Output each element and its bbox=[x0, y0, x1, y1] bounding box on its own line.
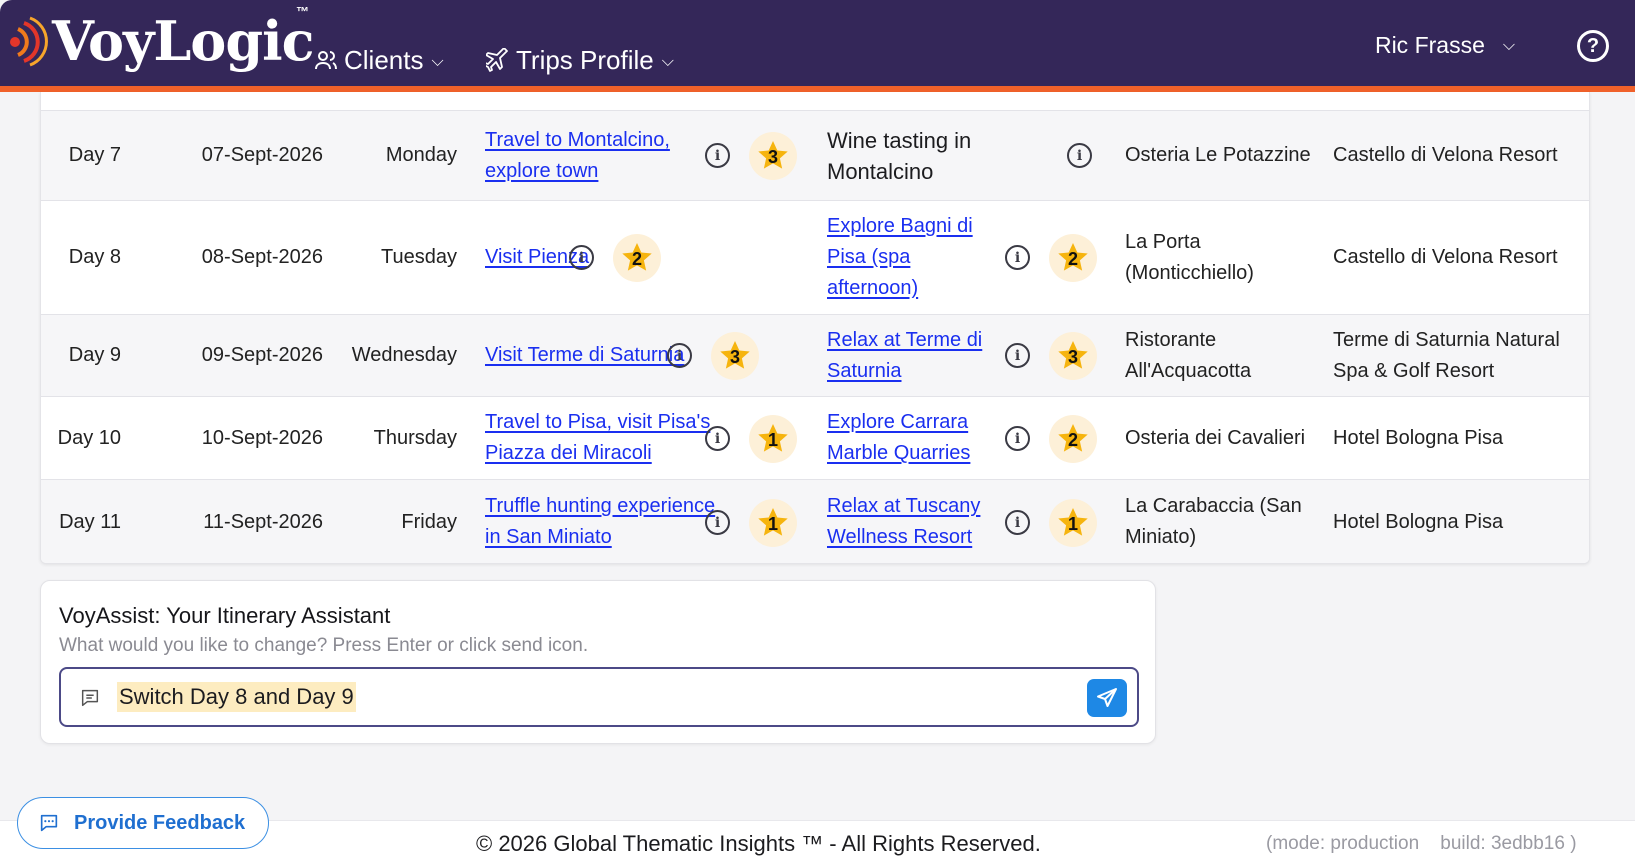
rating-value: 2 bbox=[1067, 249, 1078, 269]
activity-link[interactable]: Truffle hunting experience in San Miniat… bbox=[485, 491, 735, 553]
weekday-cell: Thursday bbox=[373, 426, 457, 449]
weekday-cell: Monday bbox=[385, 144, 457, 166]
help-icon: ? bbox=[1586, 34, 1600, 57]
info-icon[interactable]: i bbox=[1005, 426, 1030, 451]
table-row: Day 8 08-Sept-2026 Tuesday Visit Pienza … bbox=[41, 200, 1589, 314]
activity-link[interactable]: Explore Carrara Marble Quarries bbox=[827, 407, 1005, 469]
activity-link[interactable]: Relax at Terme di Saturnia bbox=[827, 325, 1005, 387]
activity-link[interactable]: Travel to Montalcino, explore town bbox=[485, 125, 735, 187]
hotel-cell: Terme di Saturnia Natural Spa & Golf Res… bbox=[1333, 328, 1560, 382]
logo-swirl-icon bbox=[10, 16, 48, 67]
hotel-cell: Hotel Bologna Pisa bbox=[1333, 510, 1504, 533]
info-icon[interactable]: i bbox=[705, 510, 730, 535]
copyright-text: © 2026 Global Thematic Insights ™ - All … bbox=[476, 831, 1041, 856]
activity-link[interactable]: Relax at Tuscany Wellness Resort bbox=[827, 491, 1005, 553]
info-icon[interactable]: i bbox=[1005, 343, 1030, 368]
star-rating-badge: 2 bbox=[1049, 415, 1097, 463]
restaurant-cell: La Porta (Monticchiello) bbox=[1125, 230, 1254, 284]
chevron-down-icon: ⌵ bbox=[661, 52, 674, 70]
weekday-cell: Friday bbox=[401, 510, 457, 533]
chevron-down-icon: ⌵ bbox=[431, 52, 444, 70]
nav-clients[interactable]: Clients ⌵ bbox=[314, 40, 444, 80]
chevron-down-icon: ⌵ bbox=[1502, 36, 1515, 54]
top-navigation-bar: VoyLogic ™ Clients ⌵ Trips Profile ⌵ Ric… bbox=[0, 0, 1635, 92]
info-icon[interactable]: i bbox=[1005, 510, 1030, 535]
restaurant-cell: Osteria dei Cavalieri bbox=[1125, 426, 1306, 449]
nav-trips-profile[interactable]: Trips Profile ⌵ bbox=[486, 40, 674, 80]
day-cell: Day 10 bbox=[57, 426, 121, 449]
date-cell: 10-Sept-2026 bbox=[201, 426, 323, 449]
weekday-cell: Wednesday bbox=[351, 344, 457, 366]
weekday-cell: Tuesday bbox=[381, 246, 457, 268]
send-icon bbox=[1097, 688, 1117, 707]
feedback-chat-icon bbox=[40, 814, 58, 832]
hotel-cell: Hotel Bologna Pisa bbox=[1333, 426, 1504, 449]
table-row: Day 7 07-Sept-2026 Monday Travel to Mont… bbox=[41, 110, 1589, 200]
hotel-cell: Castello di Velona Resort bbox=[1333, 144, 1558, 166]
rating-value: 1 bbox=[767, 430, 778, 450]
activity-link[interactable]: Explore Bagni di Pisa (spa afternoon) bbox=[827, 211, 1005, 304]
restaurant-cell: La Carabaccia (San Miniato) bbox=[1125, 495, 1302, 548]
assistant-instructions: What would you like to change? Press Ent… bbox=[59, 635, 589, 656]
star-rating-badge: 1 bbox=[749, 499, 797, 547]
provide-feedback-button[interactable]: Provide Feedback bbox=[17, 797, 269, 849]
date-cell: 08-Sept-2026 bbox=[201, 246, 323, 268]
nav-trips-profile-label: Trips Profile bbox=[516, 44, 654, 75]
date-cell: 11-Sept-2026 bbox=[203, 510, 323, 533]
assistant-title: VoyAssist: Your Itinerary Assistant bbox=[59, 603, 391, 628]
airplane-icon bbox=[486, 48, 508, 72]
voylogic-logo[interactable]: VoyLogic bbox=[6, 6, 314, 76]
info-icon[interactable]: i bbox=[667, 343, 692, 368]
users-icon bbox=[315, 51, 337, 70]
date-cell: 07-Sept-2026 bbox=[201, 144, 323, 166]
activity-link[interactable]: Visit Terme di Saturnia bbox=[485, 340, 684, 371]
restaurant-cell: Ristorante All'Acquacotta bbox=[1125, 328, 1252, 382]
table-row: Day 11 11-Sept-2026 Friday Truffle hunti… bbox=[41, 479, 1589, 563]
user-name: Ric Frasse bbox=[1374, 32, 1485, 58]
rating-value: 2 bbox=[1067, 430, 1078, 450]
build-info: (mode: production build: 3edbb16 ) bbox=[1266, 833, 1577, 854]
day-cell: Day 7 bbox=[68, 144, 121, 166]
table-row: Day 9 09-Sept-2026 Wednesday Visit Terme… bbox=[41, 314, 1589, 396]
star-rating-badge: 1 bbox=[1049, 499, 1097, 547]
table-row: Day 10 10-Sept-2026 Thursday Travel to P… bbox=[41, 396, 1589, 479]
day-cell: Day 11 bbox=[59, 510, 121, 533]
info-icon[interactable]: i bbox=[705, 143, 730, 168]
logo-wordmark: VoyLogic bbox=[52, 9, 314, 73]
assistant-input[interactable]: Switch Day 8 and Day 9 bbox=[59, 667, 1139, 727]
rating-value: 1 bbox=[767, 514, 778, 534]
star-rating-badge: 3 bbox=[711, 332, 759, 380]
assistant-input-value[interactable]: Switch Day 8 and Day 9 bbox=[117, 682, 356, 712]
restaurant-cell: Osteria Le Potazzine bbox=[1125, 144, 1311, 166]
itinerary-table: Day 7 07-Sept-2026 Monday Travel to Mont… bbox=[40, 92, 1590, 564]
star-rating-badge: 1 bbox=[749, 415, 797, 463]
star-rating-badge: 3 bbox=[749, 132, 797, 180]
day-cell: Day 8 bbox=[68, 246, 121, 268]
info-icon[interactable]: i bbox=[705, 426, 730, 451]
message-icon bbox=[81, 689, 99, 707]
rating-value: 1 bbox=[1067, 514, 1078, 534]
activity-link[interactable]: Travel to Pisa, visit Pisa's Piazza dei … bbox=[485, 407, 735, 469]
info-icon[interactable]: i bbox=[569, 245, 594, 270]
user-menu[interactable]: Ric Frasse ⌵ bbox=[1375, 32, 1515, 59]
date-cell: 09-Sept-2026 bbox=[201, 344, 323, 366]
rating-value: 2 bbox=[631, 249, 642, 269]
star-rating-badge: 2 bbox=[1049, 234, 1097, 282]
activity-text: Wine tasting in Montalcino bbox=[827, 127, 972, 184]
rating-value: 3 bbox=[729, 347, 740, 367]
provide-feedback-label: Provide Feedback bbox=[74, 811, 246, 834]
hotel-cell: Castello di Velona Resort bbox=[1333, 246, 1558, 268]
info-icon[interactable]: i bbox=[1005, 245, 1030, 270]
rating-value: 3 bbox=[1067, 347, 1078, 367]
send-button[interactable] bbox=[1087, 679, 1127, 717]
star-rating-badge: 2 bbox=[613, 234, 661, 282]
itinerary-assistant-panel: VoyAssist: Your Itinerary Assistant What… bbox=[40, 580, 1156, 744]
info-icon[interactable]: i bbox=[1067, 143, 1092, 168]
star-rating-badge: 3 bbox=[1049, 332, 1097, 380]
rating-value: 3 bbox=[767, 147, 778, 167]
help-button[interactable]: ? bbox=[1577, 30, 1609, 62]
nav-clients-label: Clients bbox=[344, 44, 424, 75]
trademark-mark: ™ bbox=[296, 4, 309, 19]
day-cell: Day 9 bbox=[68, 344, 121, 366]
